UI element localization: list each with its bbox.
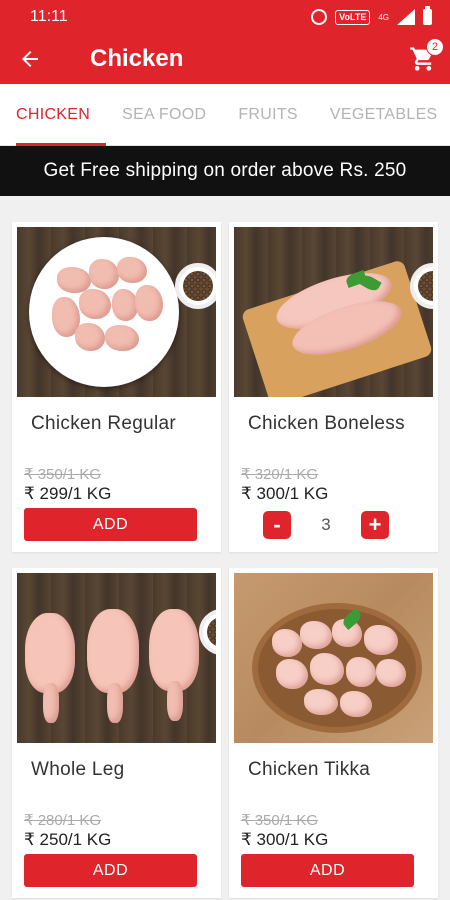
app-bar: Chicken 2 [0, 34, 450, 84]
product-image [17, 227, 216, 397]
product-card[interactable]: Whole Leg ₹ 280/1 KG ₹ 250/1 KG ADD [12, 568, 221, 898]
product-image [234, 573, 433, 743]
alarm-icon [311, 9, 328, 25]
product-old-price: ₹ 350/1 KG [241, 812, 319, 829]
quantity-stepper: - 3 + [263, 510, 389, 540]
shipping-banner: Get Free shipping on order above Rs. 250 [0, 146, 450, 196]
network-type-label: 4G [378, 12, 389, 22]
tab-fruits[interactable]: FRUITS [222, 84, 314, 146]
product-name: Chicken Boneless [248, 413, 405, 434]
page-title: Chicken [90, 45, 184, 72]
add-button[interactable]: ADD [24, 508, 197, 541]
status-bar: 11:11 VoLTE 4G [0, 0, 450, 34]
tab-vegetables[interactable]: VEGETABLES [314, 84, 450, 146]
signal-icon [397, 9, 415, 25]
tab-chicken[interactable]: CHICKEN [16, 84, 107, 146]
battery-icon [423, 6, 432, 25]
product-old-price: ₹ 350/1 KG [24, 466, 102, 483]
arrow-left-icon [22, 51, 38, 67]
product-image [234, 227, 433, 397]
cart-count-badge: 2 [426, 38, 444, 56]
volte-icon: VoLTE [335, 9, 371, 25]
product-price: ₹ 299/1 KG [24, 484, 112, 503]
cart-button[interactable]: 2 [402, 34, 444, 84]
product-price: ₹ 300/1 KG [241, 484, 329, 503]
product-price: ₹ 250/1 KG [24, 830, 112, 849]
product-grid: Chicken Regular ₹ 350/1 KG ₹ 299/1 KG AD… [0, 196, 450, 898]
tab-sea-food[interactable]: SEA FOOD [106, 84, 222, 146]
product-card[interactable]: Chicken Boneless ₹ 320/1 KG ₹ 300/1 KG -… [229, 222, 438, 552]
increase-quantity-button[interactable]: + [361, 511, 389, 539]
product-name: Whole Leg [31, 759, 125, 780]
category-tabs: CHICKEN SEA FOOD FRUITS VEGETABLES [0, 84, 450, 146]
status-icons: VoLTE 4G [311, 6, 432, 25]
product-old-price: ₹ 320/1 KG [241, 466, 319, 483]
add-button[interactable]: ADD [24, 854, 197, 887]
product-image [17, 573, 216, 743]
product-price: ₹ 300/1 KG [241, 830, 329, 849]
decrease-quantity-button[interactable]: - [263, 511, 291, 539]
add-button[interactable]: ADD [241, 854, 414, 887]
product-name: Chicken Regular [31, 413, 176, 434]
back-button[interactable] [0, 34, 60, 84]
status-time: 11:11 [30, 8, 68, 25]
product-old-price: ₹ 280/1 KG [24, 812, 102, 829]
quantity-value: 3 [321, 515, 331, 534]
product-card[interactable]: Chicken Tikka ₹ 350/1 KG ₹ 300/1 KG ADD [229, 568, 438, 898]
product-card[interactable]: Chicken Regular ₹ 350/1 KG ₹ 299/1 KG AD… [12, 222, 221, 552]
product-name: Chicken Tikka [248, 759, 371, 780]
